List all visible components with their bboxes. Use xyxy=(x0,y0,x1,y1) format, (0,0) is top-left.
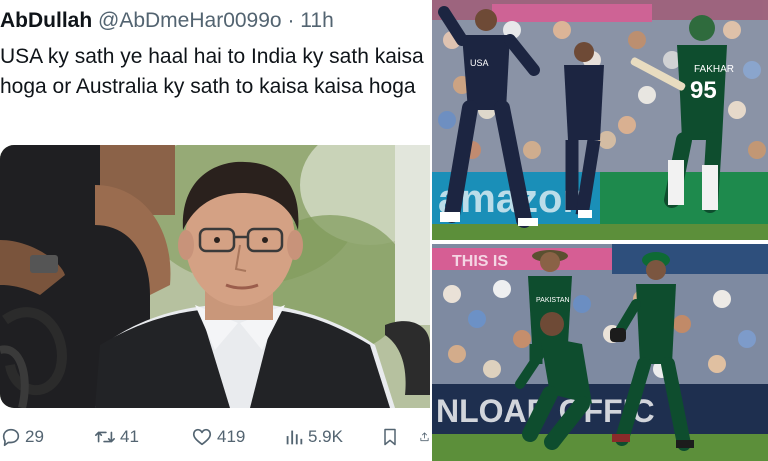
author-handle[interactable]: @AbDmeHar0099o xyxy=(98,9,282,32)
pakistan-dejected-photo[interactable]: THIS IS NLOAD OFFIC PAKISTAN xyxy=(432,244,768,461)
usa-celebration-photo[interactable]: amazon USA xyxy=(432,0,768,240)
views-count: 5.9K xyxy=(308,427,343,446)
jersey-name: FAKHAR xyxy=(694,64,734,75)
cricket-photo-collage: amazon USA xyxy=(432,0,768,461)
usa-shirt-text: USA xyxy=(470,58,489,68)
tweet-card: AbDullah @AbDmeHar0099o · 11h USA ky sat… xyxy=(0,0,430,461)
pakistan-dejected-scene: THIS IS NLOAD OFFIC PAKISTAN xyxy=(432,244,768,461)
reply-button[interactable]: 29 xyxy=(0,422,44,452)
tweet-timestamp[interactable]: 11h xyxy=(300,9,333,32)
author-display-name[interactable]: AbDullah xyxy=(0,9,92,32)
share-button[interactable] xyxy=(419,422,430,452)
tweet-photo[interactable] xyxy=(0,145,430,408)
usa-celebration-scene: amazon USA xyxy=(432,0,768,240)
bookmark-button[interactable] xyxy=(380,422,400,452)
views-icon xyxy=(286,430,303,445)
reply-count: 29 xyxy=(25,427,44,446)
man-in-waistcoat-photo xyxy=(0,145,430,408)
tweet-text: USA ky sath ye haal hai to India ky sath… xyxy=(0,45,424,98)
header-separator: · xyxy=(287,9,295,32)
like-button[interactable]: 419 xyxy=(190,422,245,452)
stand-banner-text: THIS IS xyxy=(452,253,508,270)
repost-button[interactable]: 41 xyxy=(93,422,139,452)
like-icon xyxy=(192,428,212,446)
repost-count: 41 xyxy=(120,427,139,446)
like-count: 419 xyxy=(217,427,246,446)
reply-icon xyxy=(2,428,20,447)
jersey-number: 95 xyxy=(690,77,717,104)
views-button[interactable]: 5.9K xyxy=(283,422,343,452)
tweet-action-bar: 29 41 419 5.9K xyxy=(0,422,430,452)
pakistan-shirt-text: PAKISTAN xyxy=(536,297,570,304)
repost-icon xyxy=(95,431,115,443)
share-icon xyxy=(420,432,429,442)
tweet-header: AbDullah @AbDmeHar0099o · 11h xyxy=(0,8,334,34)
bookmark-icon xyxy=(384,428,396,446)
